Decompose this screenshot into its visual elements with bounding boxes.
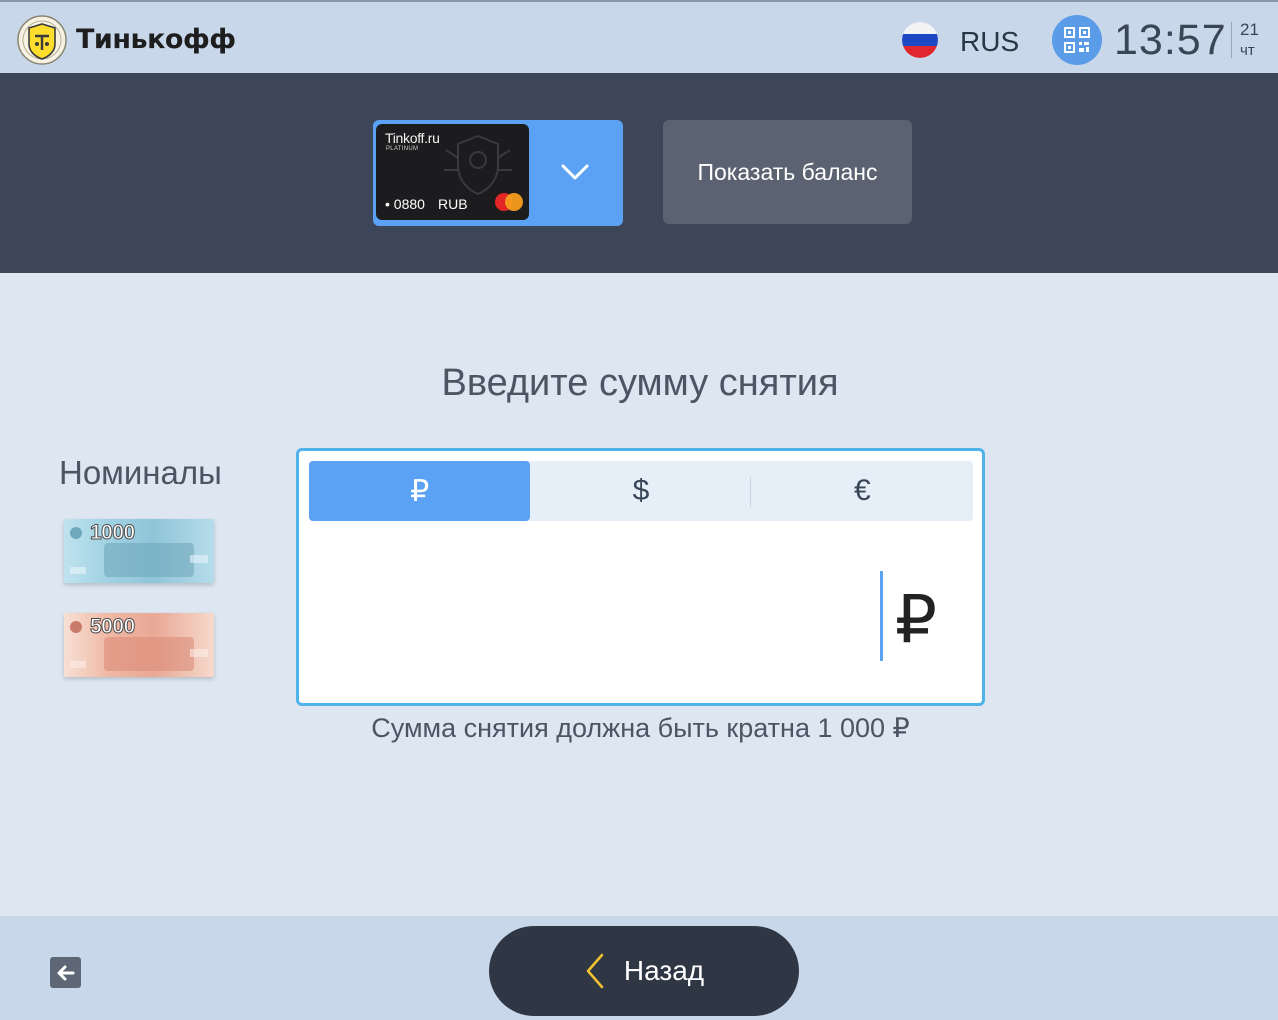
date-divider [1231,22,1232,58]
banknote-art [104,543,194,577]
text-cursor [880,571,883,661]
clock: 13:57 [1114,16,1227,64]
tab-usd[interactable]: $ [530,461,751,521]
exit-button[interactable] [50,957,81,988]
tab-divider [750,477,751,507]
tab-rub[interactable]: ₽ [309,461,531,521]
back-button[interactable]: Назад [489,926,799,1016]
banknote-value: 1000 [90,521,136,545]
russia-flag-icon[interactable] [902,22,938,58]
footer-bar: Назад [0,916,1278,1020]
exit-arrow-icon [57,965,74,980]
chevron-left-icon [586,953,604,989]
amount-currency-sign: ₽ [895,581,937,658]
banknote-strip [70,661,86,668]
banknote-emblem-icon [70,527,82,539]
banknote-5000: 5000 [64,613,214,677]
banknote-1000: 1000 [64,519,214,583]
card-number: • 0880 [385,196,425,212]
banknote-art [104,637,194,671]
qr-code-icon [1064,27,1090,53]
chevron-down-icon [561,164,589,180]
card-currency: RUB [438,196,468,212]
amount-input-panel: ₽ $ € ₽ [296,448,985,706]
top-bar: Тинькофф RUS 13:57 21 чт [0,0,1278,73]
date-weekday: чт [1240,42,1255,59]
card-brand: Tinkoff.ru [385,130,440,146]
banknote-strip [190,555,208,563]
banknote-strip [190,649,208,657]
back-button-label: Назад [623,955,705,986]
page-title: Введите сумму снятия [441,362,839,404]
date-day: 21 [1240,20,1259,39]
tab-eur[interactable]: € [752,461,973,521]
show-balance-button[interactable]: Показать баланс [663,120,912,224]
card-emblem-icon [444,134,512,196]
mastercard-icon [495,193,523,211]
banknote-strip [70,567,86,574]
tinkoff-logo-icon [17,15,67,65]
language-selector[interactable]: RUS [960,26,1019,58]
card-tier: PLATINUM [386,146,419,152]
bank-card: Tinkoff.ru PLATINUM • 0880 RUB [376,124,529,220]
brand-name: Тинькофф [76,24,236,55]
qr-code-button[interactable] [1052,15,1102,65]
banknote-value: 5000 [90,615,136,639]
banknote-emblem-icon [70,621,82,633]
denominations-title: Номиналы [59,454,222,491]
amount-hint: Сумма снятия должна быть кратна 1 000 ₽ [371,713,910,743]
currency-tabs: ₽ $ € [309,461,973,521]
card-selector[interactable]: Tinkoff.ru PLATINUM • 0880 RUB [373,120,623,226]
account-band [0,73,1278,273]
